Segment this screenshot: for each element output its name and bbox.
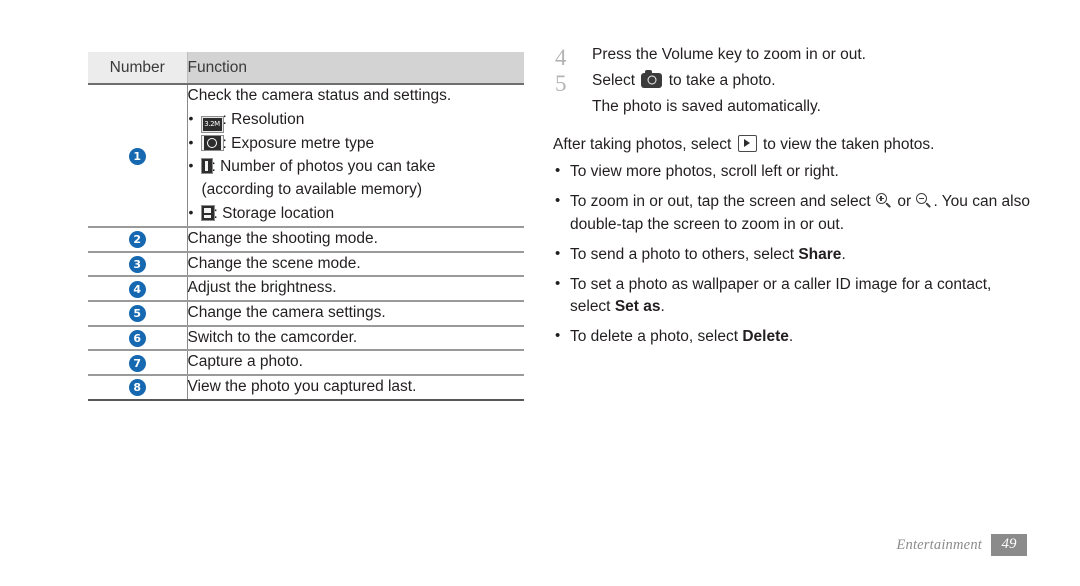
list-item: : Storage location <box>188 202 525 226</box>
list-item: : Number of photos you can take (accordi… <box>188 155 525 201</box>
tip-text-before: To delete a photo, select <box>570 328 739 346</box>
row-function-cell: Adjust the brightness. <box>187 276 524 302</box>
row-function-cell: Capture a photo. <box>187 350 524 376</box>
column-header-function: Function <box>187 52 524 85</box>
table-row: 5 Change the camera settings. <box>88 301 524 327</box>
table-row: 7 Capture a photo. <box>88 350 524 376</box>
tip-text-before: To send a photo to others, select <box>570 245 795 263</box>
table-row: 3 Change the scene mode. <box>88 251 524 278</box>
function-description: Check the camera status and settings. <box>187 87 452 104</box>
list-item: To delete a photo, select Delete. <box>553 325 1031 349</box>
step-4: 4 Press the Volume key to zoom in or out… <box>553 44 1031 70</box>
table-row: 2 Change the shooting mode. <box>88 227 524 253</box>
zoom-out-icon <box>916 192 932 209</box>
exposure-metre-icon <box>201 135 223 150</box>
step-text-after: to take a photo. <box>668 71 776 89</box>
after-text-before: After taking photos, select <box>553 135 732 153</box>
number-badge: 1 <box>128 147 146 165</box>
number-badge: 6 <box>128 329 146 347</box>
camera-icon <box>641 69 663 88</box>
tip-bold-term: Set as <box>614 298 661 316</box>
table-row: 6 Switch to the camcorder. <box>88 325 524 352</box>
list-item-label: : Resolution <box>222 110 305 128</box>
instructions-column: 4 Press the Volume key to zoom in or out… <box>553 44 1031 356</box>
row-number-cell: 7 <box>88 350 188 376</box>
number-badge: 3 <box>128 256 146 274</box>
row-function-cell: Check the camera status and settings. 3.… <box>187 84 525 229</box>
table-header-row: Number Function <box>88 52 524 85</box>
step-5: 5 Select to take a photo. The photo is s… <box>553 69 1031 119</box>
number-badge: 8 <box>128 379 146 397</box>
table-row: 1 Check the camera status and settings. … <box>88 84 525 229</box>
page-number: 49 <box>991 534 1027 556</box>
footer-section-label: Entertainment <box>896 536 982 553</box>
after-taking-photos-line: After taking photos, select to view the … <box>553 134 1031 157</box>
row-number-cell: 2 <box>88 227 188 253</box>
row-number-cell: 8 <box>88 374 188 401</box>
page-footer: Entertainment 49 <box>896 534 1027 556</box>
resolution-icon: 3.2M <box>201 116 223 132</box>
row-function-cell: Change the shooting mode. <box>187 227 524 253</box>
list-item-label: : Exposure metre type <box>222 134 375 152</box>
list-item-label: : Storage location <box>213 204 335 222</box>
storage-location-icon <box>201 205 214 220</box>
step-number: 5 <box>555 70 567 96</box>
list-item: 3.2M: Resolution <box>188 108 525 132</box>
tip-text-after: . <box>841 245 846 263</box>
list-item: To zoom in or out, tap the screen and se… <box>553 190 1031 237</box>
number-badge: 5 <box>128 305 146 323</box>
zoom-in-icon <box>876 192 892 209</box>
column-header-number: Number <box>88 52 188 85</box>
number-badge: 4 <box>128 280 146 298</box>
photo-count-icon <box>201 159 212 174</box>
status-icon-list: 3.2M: Resolution : Exposure metre type :… <box>188 108 525 226</box>
tips-list: To view more photos, scroll left or righ… <box>553 160 1031 350</box>
after-text-after: to view the taken photos. <box>762 135 935 153</box>
row-number-cell: 5 <box>88 301 188 327</box>
tip-text-part2: or <box>897 192 912 210</box>
tip-text-after: . <box>660 298 665 316</box>
number-badge: 2 <box>128 231 146 249</box>
table-row: 8 View the photo you captured last. <box>88 374 524 401</box>
step-text: Select to take a photo. <box>592 69 1031 93</box>
step-text-before: Select <box>592 71 636 89</box>
number-badge: 7 <box>128 354 146 372</box>
tip-bold-term: Share <box>798 245 842 263</box>
row-function-cell: Change the camera settings. <box>187 301 524 327</box>
row-function-cell: Change the scene mode. <box>187 251 524 278</box>
row-number-cell: 6 <box>88 325 188 352</box>
list-item-subtext: (according to available memory) <box>201 180 423 198</box>
list-item: : Exposure metre type <box>188 132 525 156</box>
row-function-cell: View the photo you captured last. <box>187 374 524 401</box>
list-item: To send a photo to others, select Share. <box>553 243 1031 267</box>
step-note: The photo is saved automatically. <box>592 97 821 115</box>
list-item: To set a photo as wallpaper or a caller … <box>553 273 1031 320</box>
tip-bold-term: Delete <box>742 328 789 346</box>
row-number-cell: 1 <box>88 84 188 229</box>
function-table-container: Number Function 1 Check the camera statu… <box>88 52 524 401</box>
view-photos-icon <box>737 134 757 152</box>
table-row: 4 Adjust the brightness. <box>88 276 524 302</box>
page-canvas: Number Function 1 Check the camera statu… <box>0 0 1080 586</box>
list-item-label: : Number of photos you can take <box>211 158 436 176</box>
row-number-cell: 4 <box>88 276 188 302</box>
row-function-cell: Switch to the camcorder. <box>187 325 524 352</box>
row-number-cell: 3 <box>88 251 188 278</box>
tip-text-after: . <box>788 328 794 346</box>
camera-function-table: Number Function 1 Check the camera statu… <box>88 52 524 401</box>
list-item: To view more photos, scroll left or righ… <box>553 160 1031 184</box>
step-text: Press the Volume key to zoom in or out. <box>592 46 866 63</box>
tip-text-part1: To zoom in or out, tap the screen and se… <box>570 192 871 210</box>
